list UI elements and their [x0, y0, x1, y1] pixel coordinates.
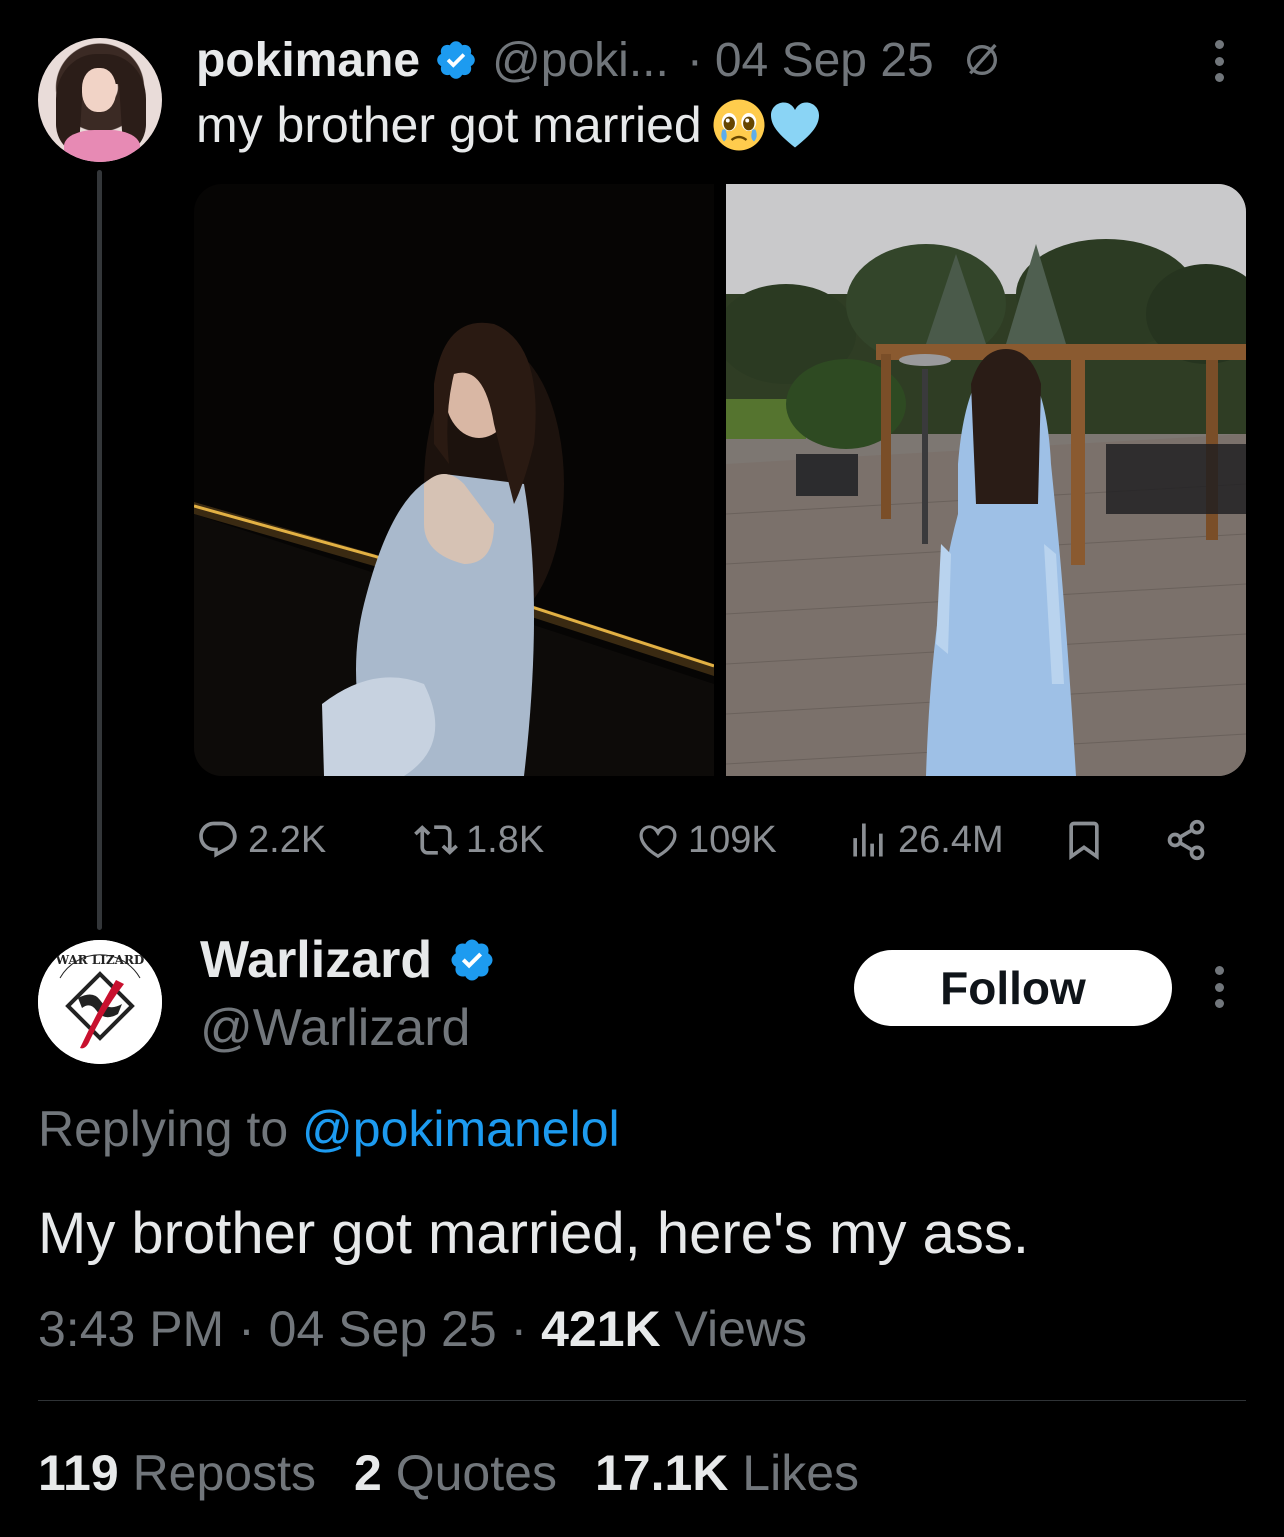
verified-badge-icon: [437, 41, 475, 79]
repost-action[interactable]: 1.8K: [414, 810, 544, 870]
reply-bubble-icon: [199, 821, 237, 858]
reply-author-name-row: Warlizard: [200, 930, 510, 990]
views-action[interactable]: 26.4M: [846, 810, 1004, 870]
svg-text:WAR LIZARD: WAR LIZARD: [55, 953, 145, 967]
parent-tweet-text: my brother got married: [196, 96, 822, 154]
like-action[interactable]: 109K: [636, 810, 777, 870]
share-nodes-icon: [1167, 819, 1205, 861]
heart-icon: [639, 825, 677, 859]
parent-author-handle[interactable]: @poki...: [492, 33, 669, 88]
thread-connector-line: [97, 170, 102, 930]
bookmark-icon: [1069, 821, 1099, 861]
views-count: 26.4M: [898, 818, 1004, 861]
parent-tweet-header: pokimane @poki... · 04 Sep 25: [196, 28, 1002, 92]
photo-woman-night-balcony[interactable]: [194, 184, 714, 776]
parent-author-name[interactable]: pokimane: [196, 33, 420, 88]
reposts-stat[interactable]: 119 Reposts: [38, 1444, 316, 1502]
quotes-stat[interactable]: 2 Quotes: [354, 1444, 557, 1502]
reply-author-handle[interactable]: @Warlizard: [200, 998, 470, 1058]
grok-slash-icon[interactable]: [962, 40, 1002, 80]
reply-engagement-stats: 119 Reposts 2 Quotes 17.1K Likes: [38, 1444, 859, 1502]
likes-stat[interactable]: 17.1K Likes: [595, 1444, 859, 1502]
pokimane-avatar[interactable]: [38, 38, 162, 162]
reply-tweet-text: My brother got married, here's my ass.: [38, 1201, 1029, 1266]
reply-more-options-icon[interactable]: [1214, 966, 1224, 1008]
bookmark-action[interactable]: [1062, 810, 1114, 870]
replying-to-line: Replying to @pokimanelol: [38, 1100, 620, 1158]
reply-views-label: Views: [674, 1301, 807, 1357]
photo-woman-back-garden-patio[interactable]: [726, 184, 1246, 776]
like-count: 109K: [688, 818, 777, 861]
reply-views-count: 421K: [541, 1301, 661, 1357]
parent-tweet-media: [194, 184, 1246, 776]
parent-tweet-date[interactable]: 04 Sep 25: [715, 33, 934, 88]
follow-button[interactable]: Follow: [854, 950, 1172, 1026]
reply-tweet-meta: 3:43 PM · 04 Sep 25 · 421K Views: [38, 1301, 807, 1357]
replying-to-prefix: Replying to: [38, 1101, 303, 1157]
reply-time[interactable]: 3:43 PM: [38, 1301, 224, 1357]
repost-icon: [414, 825, 458, 855]
pleading-face-emoji-icon: [713, 99, 765, 151]
share-action[interactable]: [1164, 810, 1216, 870]
reply-author-name[interactable]: Warlizard: [200, 930, 432, 990]
header-separator: ·: [686, 33, 703, 87]
parent-more-options-icon[interactable]: [1214, 40, 1224, 82]
parent-tweet-action-bar: 2.2K 1.8K 109K 26.4M: [196, 810, 1226, 870]
repost-count: 1.8K: [466, 818, 545, 861]
warlizard-avatar[interactable]: WAR LIZARD: [38, 940, 162, 1064]
reply-count: 2.2K: [248, 818, 327, 861]
war-lizard-logo: WAR LIZARD: [38, 940, 162, 1064]
tweet-thread-page: pokimane @poki... · 04 Sep 25 my brother…: [0, 0, 1284, 1537]
reply-date[interactable]: 04 Sep 25: [269, 1301, 497, 1357]
reply-action[interactable]: 2.2K: [196, 810, 326, 870]
light-blue-heart-emoji-icon: [770, 102, 819, 148]
replying-to-mention-link[interactable]: @pokimanelol: [302, 1101, 620, 1157]
views-bar-chart-icon: [853, 823, 883, 857]
verified-badge-icon: [451, 939, 493, 981]
stats-divider: [38, 1400, 1246, 1401]
parent-tweet-body: my brother got married: [196, 97, 702, 153]
